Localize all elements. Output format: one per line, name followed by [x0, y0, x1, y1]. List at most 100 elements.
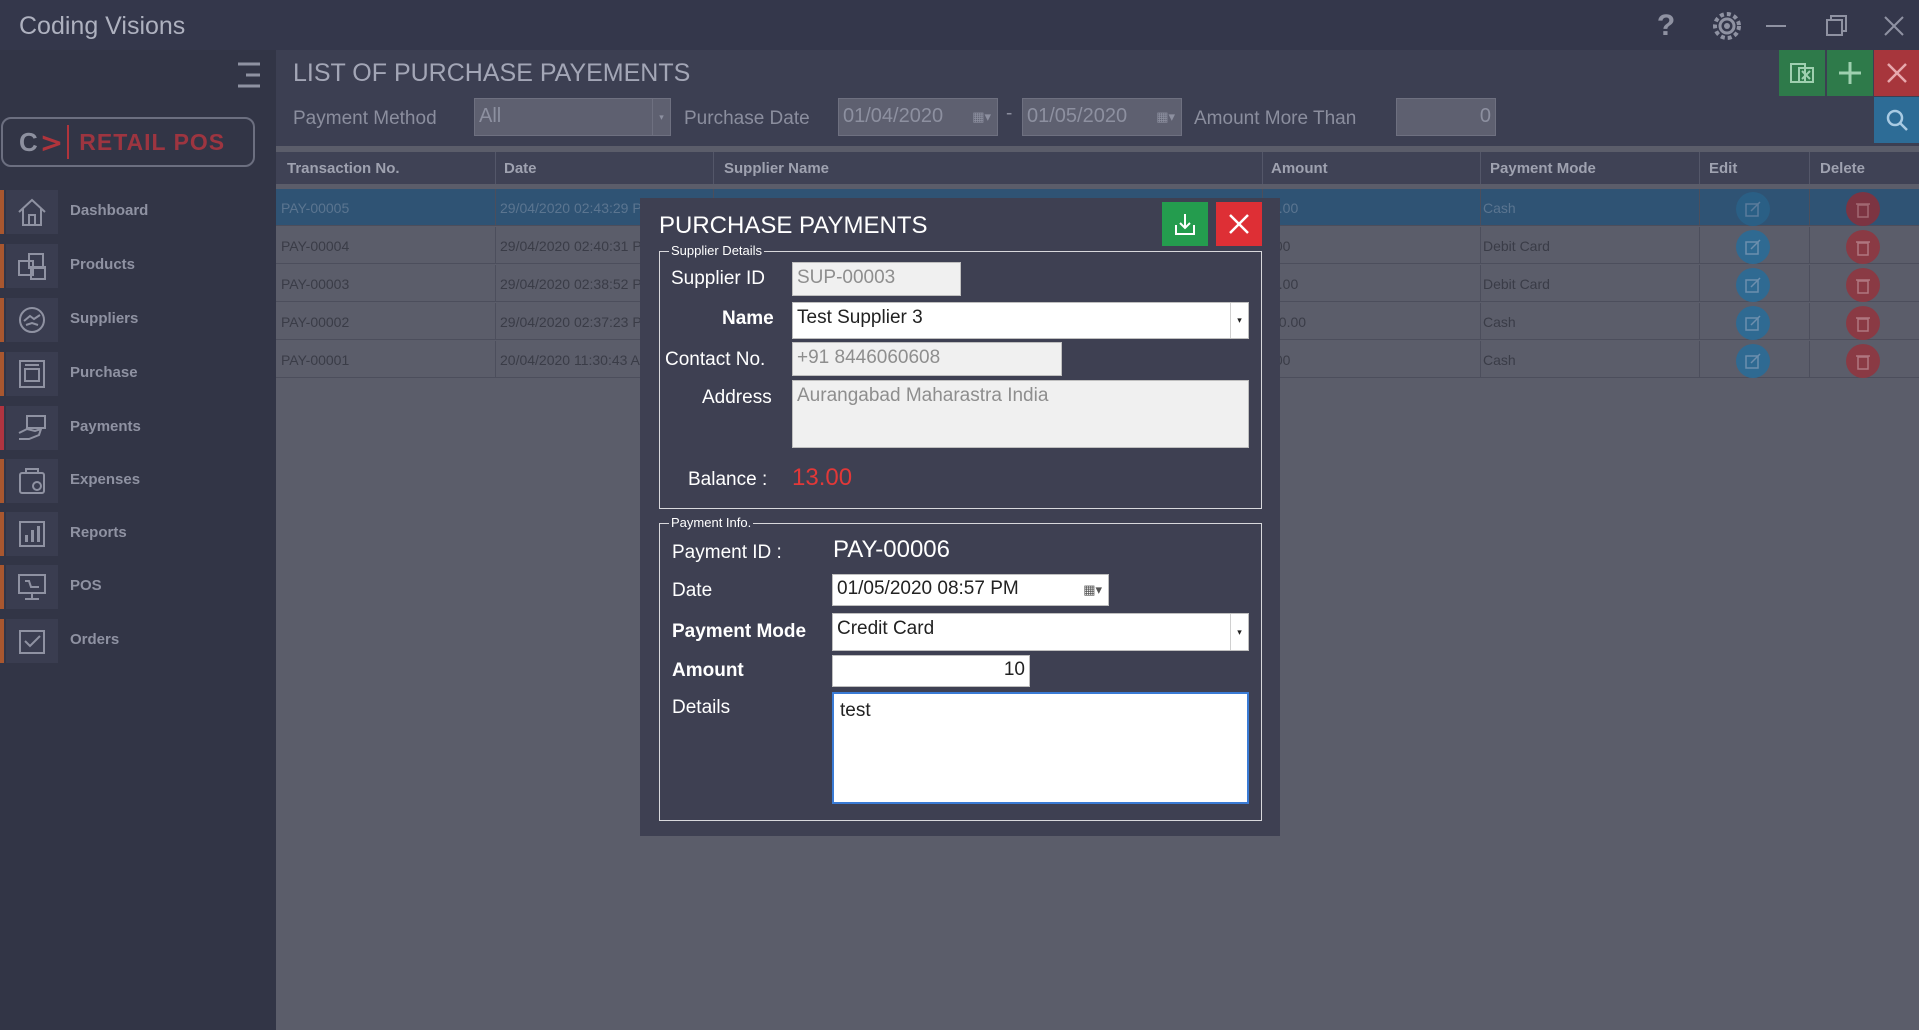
supplier-details-group: Supplier Details Supplier ID SUP-00003 N… [659, 243, 1262, 509]
minimize-button[interactable] [1758, 8, 1794, 44]
balance-value: 13.00 [792, 464, 853, 491]
name-label: Name [722, 308, 774, 329]
mode-cell: Cash [1483, 314, 1516, 330]
add-button[interactable] [1827, 50, 1873, 96]
table-header: Transaction No. Date Supplier Name Amoun… [276, 152, 1919, 184]
close-icon [1229, 214, 1249, 234]
trash-icon [1856, 203, 1870, 218]
amount-value: 10 [1003, 659, 1025, 680]
cell-divider [1809, 189, 1810, 225]
app-logo: C > RETAIL POS [1, 117, 255, 167]
sidebar-item-label: Orders [70, 631, 120, 648]
edit-button[interactable] [1736, 268, 1770, 302]
wallet-icon [6, 459, 58, 503]
details-textarea[interactable]: test [832, 692, 1249, 804]
nav-accent [0, 352, 4, 396]
date-label: Date [672, 580, 713, 601]
trash-icon [1856, 317, 1870, 332]
hamburger-icon [238, 62, 260, 88]
settings-button[interactable] [1709, 8, 1745, 44]
address-value: Aurangabad Maharastra India [797, 385, 1049, 406]
edit-icon [1745, 201, 1761, 217]
payment-method-select[interactable]: All ▾ [474, 98, 671, 136]
contact-value: +91 8446060608 [797, 347, 941, 368]
date-from-picker[interactable]: 01/04/2020 ▦▾ [838, 98, 998, 136]
edit-button[interactable] [1736, 344, 1770, 378]
trash-icon [1856, 241, 1870, 256]
date-to-picker[interactable]: 01/05/2020 ▦▾ [1022, 98, 1182, 136]
calendar-icon: ▦▾ [1156, 109, 1175, 124]
column-header[interactable]: Supplier Name [724, 160, 829, 177]
sidebar-item-products[interactable]: Products [0, 242, 276, 292]
details-value: test [840, 700, 871, 721]
edit-icon [1745, 353, 1761, 369]
edit-button[interactable] [1736, 192, 1770, 226]
sidebar-item-purchase[interactable]: Purchase [0, 350, 276, 400]
cell-divider [1699, 303, 1700, 339]
delete-button[interactable] [1846, 268, 1880, 302]
supplier-name-value: Test Supplier 3 [797, 307, 923, 328]
title-bar: Coding Visions ? [0, 0, 1919, 50]
group-legend: Payment Info. [669, 515, 754, 530]
delete-button[interactable] [1846, 306, 1880, 340]
column-header[interactable]: Amount [1271, 160, 1328, 177]
column-header[interactable]: Date [504, 160, 537, 177]
sidebar-item-reports[interactable]: Reports [0, 510, 276, 560]
logo-arrow-icon: > [39, 125, 64, 159]
payment-mode-select[interactable]: Credit Card ▾ [832, 613, 1249, 651]
txn-cell: PAY-00004 [281, 238, 350, 254]
close-page-button[interactable] [1874, 50, 1919, 96]
payment-date-picker[interactable]: 01/05/2020 08:57 PM ▦▾ [832, 574, 1109, 606]
cell-divider [1699, 189, 1700, 225]
column-header[interactable]: Edit [1709, 160, 1737, 177]
sidebar-item-dashboard[interactable]: Dashboard [0, 188, 276, 238]
txn-cell: PAY-00003 [281, 276, 350, 292]
maximize-button[interactable] [1818, 8, 1854, 44]
close-icon [1884, 16, 1904, 36]
search-button[interactable] [1874, 97, 1919, 143]
gear-icon [1713, 12, 1741, 40]
menu-toggle-button[interactable] [234, 61, 262, 93]
close-window-button[interactable] [1876, 8, 1912, 44]
supplier-name-select[interactable]: Test Supplier 3 ▾ [792, 302, 1249, 339]
export-excel-button[interactable] [1779, 50, 1825, 96]
amount-more-than-label: Amount More Than [1194, 108, 1357, 129]
chevron-down-icon: ▾ [1230, 303, 1248, 338]
delete-button[interactable] [1846, 230, 1880, 264]
sidebar-item-payments[interactable]: Payments [0, 404, 276, 454]
edit-button[interactable] [1736, 306, 1770, 340]
column-header[interactable]: Payment Mode [1490, 160, 1596, 177]
help-button[interactable]: ? [1648, 8, 1684, 44]
edit-button[interactable] [1736, 230, 1770, 264]
cell-divider [495, 189, 496, 225]
sidebar-item-suppliers[interactable]: Suppliers [0, 296, 276, 346]
delete-button[interactable] [1846, 344, 1880, 378]
amount-filter-input[interactable]: 0 [1396, 98, 1496, 136]
column-header[interactable]: Transaction No. [287, 160, 400, 177]
contact-field[interactable]: +91 8446060608 [792, 342, 1062, 376]
cell-divider [1809, 341, 1810, 377]
mode-cell: Cash [1483, 200, 1516, 216]
supplier-id-field[interactable]: SUP-00003 [792, 262, 961, 296]
close-dialog-button[interactable] [1216, 202, 1262, 246]
save-button[interactable] [1162, 202, 1208, 246]
supplier-id-label: Supplier ID [671, 268, 765, 289]
minimize-icon [1766, 25, 1786, 27]
report-icon [6, 512, 58, 556]
sidebar-item-orders[interactable]: Orders [0, 617, 276, 667]
edit-icon [1745, 315, 1761, 331]
sidebar-item-pos[interactable]: POS [0, 563, 276, 613]
column-header[interactable]: Delete [1820, 160, 1865, 177]
column-divider [1480, 152, 1481, 184]
address-field[interactable]: Aurangabad Maharastra India [792, 380, 1249, 448]
sidebar-item-expenses[interactable]: Expenses [0, 457, 276, 507]
sidebar-item-label: Dashboard [70, 202, 149, 219]
search-icon [1886, 109, 1908, 131]
amount-input[interactable]: 10 [832, 655, 1030, 687]
nav-accent [0, 298, 4, 342]
cell-divider [495, 303, 496, 339]
date-from-value: 01/04/2020 [843, 105, 944, 127]
delete-button[interactable] [1846, 192, 1880, 226]
cell-divider [1480, 189, 1481, 225]
payment-info-group: Payment Info. Payment ID : PAY-00006 Dat… [659, 515, 1262, 821]
